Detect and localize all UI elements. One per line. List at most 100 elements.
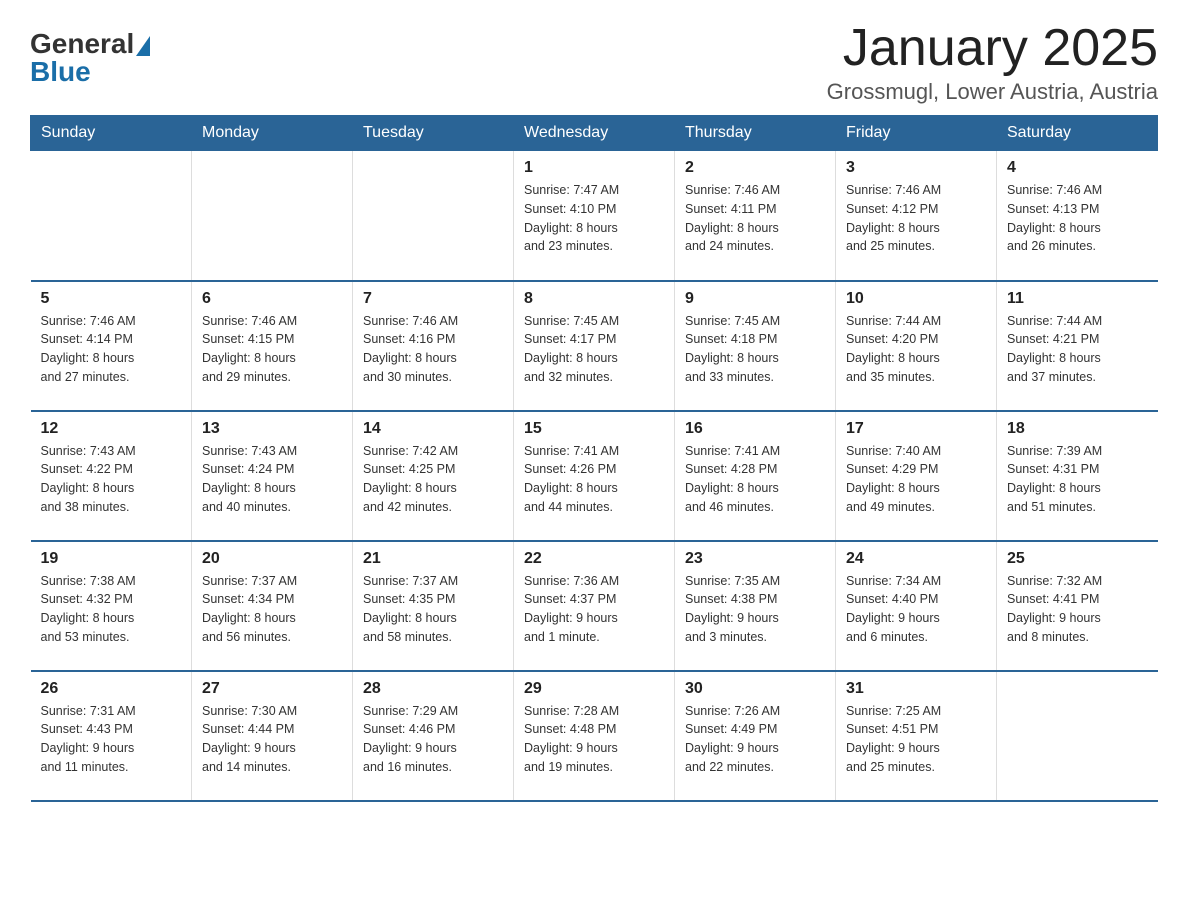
day-cell: 26 Sunrise: 7:31 AM Sunset: 4:43 PM Dayli… <box>31 671 192 801</box>
day-info: Sunrise: 7:46 AM Sunset: 4:15 PM Dayligh… <box>202 312 342 387</box>
header-cell-thursday: Thursday <box>675 116 836 151</box>
header-cell-friday: Friday <box>836 116 997 151</box>
day-cell <box>31 151 192 281</box>
day-info: Sunrise: 7:35 AM Sunset: 4:38 PM Dayligh… <box>685 572 825 647</box>
day-info: Sunrise: 7:41 AM Sunset: 4:26 PM Dayligh… <box>524 442 664 517</box>
header-cell-saturday: Saturday <box>997 116 1158 151</box>
day-info: Sunrise: 7:39 AM Sunset: 4:31 PM Dayligh… <box>1007 442 1148 517</box>
day-cell: 22 Sunrise: 7:36 AM Sunset: 4:37 PM Dayli… <box>514 541 675 671</box>
day-cell: 23 Sunrise: 7:35 AM Sunset: 4:38 PM Dayli… <box>675 541 836 671</box>
day-info: Sunrise: 7:26 AM Sunset: 4:49 PM Dayligh… <box>685 702 825 777</box>
day-number: 25 <box>1007 550 1148 568</box>
day-number: 15 <box>524 420 664 438</box>
day-number: 3 <box>846 159 986 177</box>
day-number: 9 <box>685 290 825 308</box>
day-cell: 10Sunrise: 7:44 AM Sunset: 4:20 PM Dayli… <box>836 281 997 411</box>
header-cell-tuesday: Tuesday <box>353 116 514 151</box>
day-info: Sunrise: 7:42 AM Sunset: 4:25 PM Dayligh… <box>363 442 503 517</box>
day-info: Sunrise: 7:43 AM Sunset: 4:22 PM Dayligh… <box>41 442 182 517</box>
day-cell: 19 Sunrise: 7:38 AM Sunset: 4:32 PM Dayli… <box>31 541 192 671</box>
logo: General Blue <box>30 30 150 86</box>
logo-text-general: General <box>30 30 134 58</box>
day-number: 7 <box>363 290 503 308</box>
day-number: 16 <box>685 420 825 438</box>
page-location: Grossmugl, Lower Austria, Austria <box>827 79 1158 105</box>
day-cell: 27 Sunrise: 7:30 AM Sunset: 4:44 PM Dayli… <box>192 671 353 801</box>
day-info: Sunrise: 7:45 AM Sunset: 4:17 PM Dayligh… <box>524 312 664 387</box>
day-number: 31 <box>846 680 986 698</box>
day-info: Sunrise: 7:41 AM Sunset: 4:28 PM Dayligh… <box>685 442 825 517</box>
day-number: 13 <box>202 420 342 438</box>
day-info: Sunrise: 7:37 AM Sunset: 4:34 PM Dayligh… <box>202 572 342 647</box>
day-cell: 13 Sunrise: 7:43 AM Sunset: 4:24 PM Dayli… <box>192 411 353 541</box>
day-cell: 5Sunrise: 7:46 AM Sunset: 4:14 PM Daylig… <box>31 281 192 411</box>
day-cell: 25 Sunrise: 7:32 AM Sunset: 4:41 PM Dayli… <box>997 541 1158 671</box>
day-cell: 9 Sunrise: 7:45 AM Sunset: 4:18 PM Daylig… <box>675 281 836 411</box>
day-info: Sunrise: 7:37 AM Sunset: 4:35 PM Dayligh… <box>363 572 503 647</box>
day-info: Sunrise: 7:44 AM Sunset: 4:20 PM Dayligh… <box>846 312 986 387</box>
day-cell: 28 Sunrise: 7:29 AM Sunset: 4:46 PM Dayli… <box>353 671 514 801</box>
day-cell: 20Sunrise: 7:37 AM Sunset: 4:34 PM Dayli… <box>192 541 353 671</box>
day-info: Sunrise: 7:31 AM Sunset: 4:43 PM Dayligh… <box>41 702 182 777</box>
day-number: 22 <box>524 550 664 568</box>
week-row-4: 26 Sunrise: 7:31 AM Sunset: 4:43 PM Dayli… <box>31 671 1158 801</box>
day-info: Sunrise: 7:29 AM Sunset: 4:46 PM Dayligh… <box>363 702 503 777</box>
day-cell: 1Sunrise: 7:47 AM Sunset: 4:10 PM Daylig… <box>514 151 675 281</box>
day-info: Sunrise: 7:36 AM Sunset: 4:37 PM Dayligh… <box>524 572 664 647</box>
day-info: Sunrise: 7:47 AM Sunset: 4:10 PM Dayligh… <box>524 181 664 256</box>
day-info: Sunrise: 7:46 AM Sunset: 4:16 PM Dayligh… <box>363 312 503 387</box>
day-number: 30 <box>685 680 825 698</box>
title-section: January 2025 Grossmugl, Lower Austria, A… <box>827 20 1158 105</box>
week-row-3: 19 Sunrise: 7:38 AM Sunset: 4:32 PM Dayli… <box>31 541 1158 671</box>
day-info: Sunrise: 7:32 AM Sunset: 4:41 PM Dayligh… <box>1007 572 1148 647</box>
week-row-1: 5Sunrise: 7:46 AM Sunset: 4:14 PM Daylig… <box>31 281 1158 411</box>
calendar-table: SundayMondayTuesdayWednesdayThursdayFrid… <box>30 115 1158 802</box>
day-info: Sunrise: 7:43 AM Sunset: 4:24 PM Dayligh… <box>202 442 342 517</box>
day-number: 18 <box>1007 420 1148 438</box>
day-info: Sunrise: 7:46 AM Sunset: 4:12 PM Dayligh… <box>846 181 986 256</box>
week-row-2: 12 Sunrise: 7:43 AM Sunset: 4:22 PM Dayli… <box>31 411 1158 541</box>
logo-row1: General <box>30 30 150 58</box>
header-row: SundayMondayTuesdayWednesdayThursdayFrid… <box>31 116 1158 151</box>
day-cell: 4Sunrise: 7:46 AM Sunset: 4:13 PM Daylig… <box>997 151 1158 281</box>
calendar-body: 1Sunrise: 7:47 AM Sunset: 4:10 PM Daylig… <box>31 151 1158 801</box>
day-cell: 31 Sunrise: 7:25 AM Sunset: 4:51 PM Dayli… <box>836 671 997 801</box>
day-number: 11 <box>1007 290 1148 308</box>
day-info: Sunrise: 7:38 AM Sunset: 4:32 PM Dayligh… <box>41 572 182 647</box>
day-number: 23 <box>685 550 825 568</box>
day-number: 2 <box>685 159 825 177</box>
day-info: Sunrise: 7:46 AM Sunset: 4:14 PM Dayligh… <box>41 312 182 387</box>
day-info: Sunrise: 7:46 AM Sunset: 4:11 PM Dayligh… <box>685 181 825 256</box>
day-cell: 21Sunrise: 7:37 AM Sunset: 4:35 PM Dayli… <box>353 541 514 671</box>
day-number: 8 <box>524 290 664 308</box>
day-cell: 7 Sunrise: 7:46 AM Sunset: 4:16 PM Daylig… <box>353 281 514 411</box>
day-cell: 6Sunrise: 7:46 AM Sunset: 4:15 PM Daylig… <box>192 281 353 411</box>
day-info: Sunrise: 7:25 AM Sunset: 4:51 PM Dayligh… <box>846 702 986 777</box>
day-cell: 16 Sunrise: 7:41 AM Sunset: 4:28 PM Dayli… <box>675 411 836 541</box>
day-number: 14 <box>363 420 503 438</box>
day-number: 28 <box>363 680 503 698</box>
logo-row2: Blue <box>30 58 91 86</box>
day-cell: 2 Sunrise: 7:46 AM Sunset: 4:11 PM Daylig… <box>675 151 836 281</box>
day-number: 27 <box>202 680 342 698</box>
day-number: 17 <box>846 420 986 438</box>
day-info: Sunrise: 7:34 AM Sunset: 4:40 PM Dayligh… <box>846 572 986 647</box>
day-number: 24 <box>846 550 986 568</box>
page-header: General Blue January 2025 Grossmugl, Low… <box>30 20 1158 105</box>
day-number: 19 <box>41 550 182 568</box>
day-cell: 29Sunrise: 7:28 AM Sunset: 4:48 PM Dayli… <box>514 671 675 801</box>
day-info: Sunrise: 7:28 AM Sunset: 4:48 PM Dayligh… <box>524 702 664 777</box>
day-info: Sunrise: 7:30 AM Sunset: 4:44 PM Dayligh… <box>202 702 342 777</box>
logo-block: General Blue <box>30 30 150 86</box>
day-cell: 17 Sunrise: 7:40 AM Sunset: 4:29 PM Dayli… <box>836 411 997 541</box>
logo-triangle-icon <box>136 36 150 56</box>
day-info: Sunrise: 7:46 AM Sunset: 4:13 PM Dayligh… <box>1007 181 1148 256</box>
day-info: Sunrise: 7:45 AM Sunset: 4:18 PM Dayligh… <box>685 312 825 387</box>
header-cell-sunday: Sunday <box>31 116 192 151</box>
day-cell: 24 Sunrise: 7:34 AM Sunset: 4:40 PM Dayli… <box>836 541 997 671</box>
day-number: 12 <box>41 420 182 438</box>
logo-text-blue: Blue <box>30 56 91 87</box>
calendar-header: SundayMondayTuesdayWednesdayThursdayFrid… <box>31 116 1158 151</box>
day-info: Sunrise: 7:40 AM Sunset: 4:29 PM Dayligh… <box>846 442 986 517</box>
day-number: 26 <box>41 680 182 698</box>
